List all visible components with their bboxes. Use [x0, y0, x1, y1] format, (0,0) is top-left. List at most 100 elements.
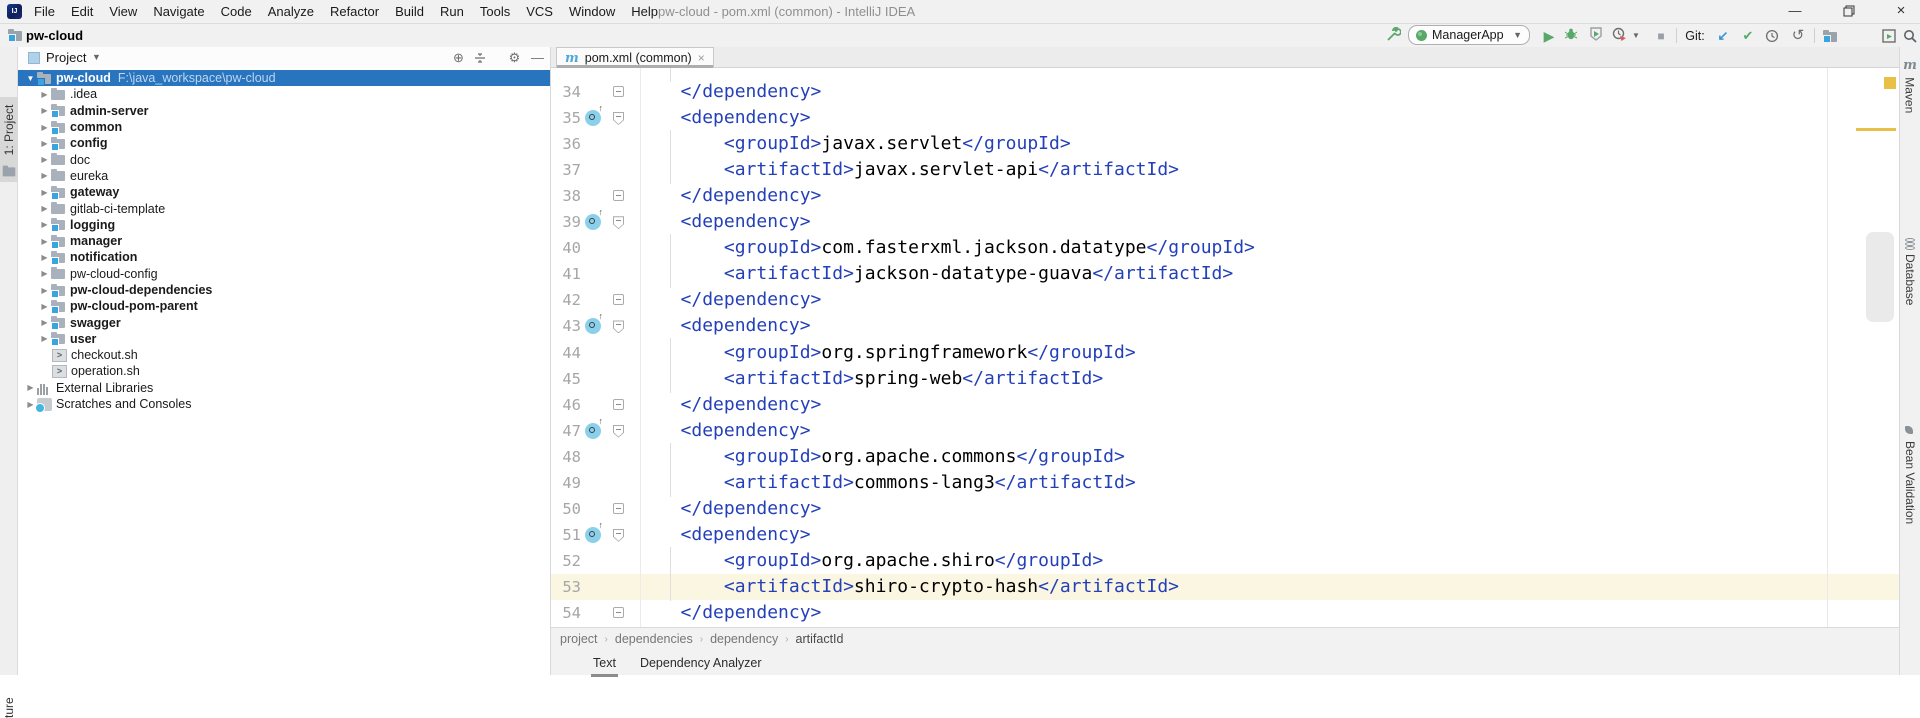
code-line-46[interactable]: </dependency> [648, 392, 821, 418]
code-line-49[interactable]: <artifactId>commons-lang3</artifactId> [648, 470, 1136, 496]
inspection-status-icon[interactable] [1884, 77, 1896, 89]
dependency-navigate-icon[interactable] [585, 110, 601, 126]
fold-marker-icon[interactable] [613, 425, 624, 438]
tool-window-icon[interactable] [1880, 27, 1898, 45]
tree-item-admin-server[interactable]: ▶admin-server [18, 103, 550, 119]
tool-window-tab-maven[interactable]: mMaven [1903, 59, 1918, 129]
code-line-37[interactable]: <artifactId>javax.servlet-api</artifactI… [648, 157, 1179, 183]
tree-collapsed-icon[interactable]: ▶ [38, 237, 51, 246]
tree-item-checkout-sh[interactable]: >checkout.sh [18, 347, 550, 363]
debug-icon[interactable] [1564, 27, 1582, 45]
tree-item-manager[interactable]: ▶manager [18, 233, 550, 249]
minimize-panel-icon[interactable]: — [529, 49, 546, 66]
tree-item-logging[interactable]: ▶logging [18, 217, 550, 233]
tree-collapsed-icon[interactable]: ▶ [38, 155, 51, 164]
tree-item-doc[interactable]: ▶doc [18, 151, 550, 167]
stop-icon[interactable]: ■ [1652, 27, 1670, 45]
fold-marker-icon[interactable] [613, 216, 624, 229]
editor-tab-pom-xml[interactable]: m pom.xml (common) × [556, 47, 714, 68]
code-line-44[interactable]: <groupId>org.springframework</groupId> [648, 340, 1136, 366]
tree-collapsed-icon[interactable]: ▶ [24, 383, 37, 392]
project-view-selector[interactable]: Project [46, 47, 86, 68]
tree-collapsed-icon[interactable]: ▶ [38, 90, 51, 99]
dependency-navigate-icon[interactable] [585, 318, 601, 334]
run-icon[interactable]: ▶ [1540, 27, 1558, 45]
tree-item-pw-cloud-pom-parent[interactable]: ▶pw-cloud-pom-parent [18, 298, 550, 314]
fold-marker-icon[interactable] [613, 607, 624, 618]
tree-collapsed-icon[interactable]: ▶ [38, 188, 51, 197]
search-icon[interactable] [1901, 27, 1919, 45]
menu-file[interactable]: File [26, 0, 63, 23]
code-line-47[interactable]: <dependency> [648, 418, 811, 444]
collapse-all-icon[interactable] [471, 49, 488, 66]
tree-item-config[interactable]: ▶config [18, 135, 550, 151]
fold-marker-icon[interactable] [613, 320, 624, 333]
tree-collapsed-icon[interactable]: ▶ [38, 106, 51, 115]
tree-collapsed-icon[interactable]: ▶ [38, 139, 51, 148]
tree-collapsed-icon[interactable]: ▶ [38, 334, 51, 343]
code-line-50[interactable]: </dependency> [648, 496, 821, 522]
code-line-39[interactable]: <dependency> [648, 209, 811, 235]
vcs-commit-icon[interactable]: ✔ [1739, 27, 1757, 45]
tree-item-scratches-and-consoles[interactable]: ▶Scratches and Consoles [18, 396, 550, 412]
menu-window[interactable]: Window [561, 0, 623, 23]
tree-item-user[interactable]: ▶user [18, 331, 550, 347]
tree-collapsed-icon[interactable]: ▶ [38, 286, 51, 295]
breadcrumb-artifactId[interactable]: artifactId [796, 632, 844, 646]
minimize-icon[interactable]: — [1778, 0, 1812, 23]
gear-icon[interactable]: ⚙ [506, 49, 523, 66]
run-config-selector[interactable]: ManagerApp ▼ [1408, 25, 1530, 45]
breadcrumb-project[interactable]: pw-cloud [26, 24, 83, 47]
tree-item-pw-cloud-dependencies[interactable]: ▶pw-cloud-dependencies [18, 282, 550, 298]
project-tool-icon[interactable] [3, 166, 16, 177]
code-line-34[interactable]: </dependency> [648, 79, 821, 105]
fold-marker-icon[interactable] [613, 86, 624, 97]
tree-item--idea[interactable]: ▶.idea [18, 86, 550, 102]
tree-collapsed-icon[interactable]: ▶ [38, 269, 51, 278]
bottom-tab-text[interactable]: Text [591, 652, 618, 674]
fold-marker-icon[interactable] [613, 294, 624, 305]
fold-marker-icon[interactable] [613, 503, 624, 514]
tree-collapsed-icon[interactable]: ▶ [38, 220, 51, 229]
menu-vcs[interactable]: VCS [518, 0, 561, 23]
code-line-43[interactable]: <dependency> [648, 313, 811, 339]
wrench-icon[interactable] [1386, 27, 1404, 45]
menu-refactor[interactable]: Refactor [322, 0, 387, 23]
locate-icon[interactable]: ⊕ [450, 49, 467, 66]
dependency-navigate-icon[interactable] [585, 527, 601, 543]
menu-code[interactable]: Code [213, 0, 260, 23]
menu-navigate[interactable]: Navigate [145, 0, 212, 23]
profiler-icon[interactable] [1612, 27, 1630, 45]
tree-item-gateway[interactable]: ▶gateway [18, 184, 550, 200]
coverage-icon[interactable] [1589, 27, 1607, 45]
breadcrumb-dependency[interactable]: dependency [710, 632, 778, 646]
code-line-40[interactable]: <groupId>com.fasterxml.jackson.datatype<… [648, 235, 1255, 261]
code-line-51[interactable]: <dependency> [648, 522, 811, 548]
code-line-45[interactable]: <artifactId>spring-web</artifactId> [648, 366, 1103, 392]
profiler-chevron-icon[interactable]: ▼ [1631, 27, 1641, 45]
code-line-35[interactable]: <dependency> [648, 105, 811, 131]
vcs-update-icon[interactable]: ↙ [1714, 27, 1732, 45]
fold-marker-icon[interactable] [613, 399, 624, 410]
code-line-41[interactable]: <artifactId>jackson-datatype-guava</arti… [648, 261, 1233, 287]
tree-expanded-icon[interactable]: ▼ [24, 74, 37, 83]
code-line-52[interactable]: <groupId>org.apache.shiro</groupId> [648, 548, 1103, 574]
tree-item-pw-cloud-config[interactable]: ▶pw-cloud-config [18, 266, 550, 282]
tool-window-tab-project-label[interactable]: 1: Project [2, 97, 16, 163]
breadcrumb-dependencies[interactable]: dependencies [615, 632, 693, 646]
restore-icon[interactable] [1832, 0, 1866, 23]
tool-window-tab-structure-partial[interactable]: ture [2, 686, 16, 718]
close-icon[interactable]: × [1884, 0, 1918, 23]
code-line-53[interactable]: <artifactId>shiro-crypto-hash</artifactI… [648, 574, 1179, 600]
menu-tools[interactable]: Tools [472, 0, 518, 23]
tree-collapsed-icon[interactable]: ▶ [38, 171, 51, 180]
tree-item-external-libraries[interactable]: ▶External Libraries [18, 380, 550, 396]
tree-collapsed-icon[interactable]: ▶ [38, 318, 51, 327]
tree-item-eureka[interactable]: ▶eureka [18, 168, 550, 184]
code-area[interactable]: 3435363738394041424344454647484950515253… [551, 68, 1899, 627]
tree-collapsed-icon[interactable]: ▶ [38, 204, 51, 213]
editor-scrollbar[interactable] [1866, 232, 1894, 322]
menu-analyze[interactable]: Analyze [260, 0, 322, 23]
menu-edit[interactable]: Edit [63, 0, 101, 23]
code-line-38[interactable]: </dependency> [648, 183, 821, 209]
